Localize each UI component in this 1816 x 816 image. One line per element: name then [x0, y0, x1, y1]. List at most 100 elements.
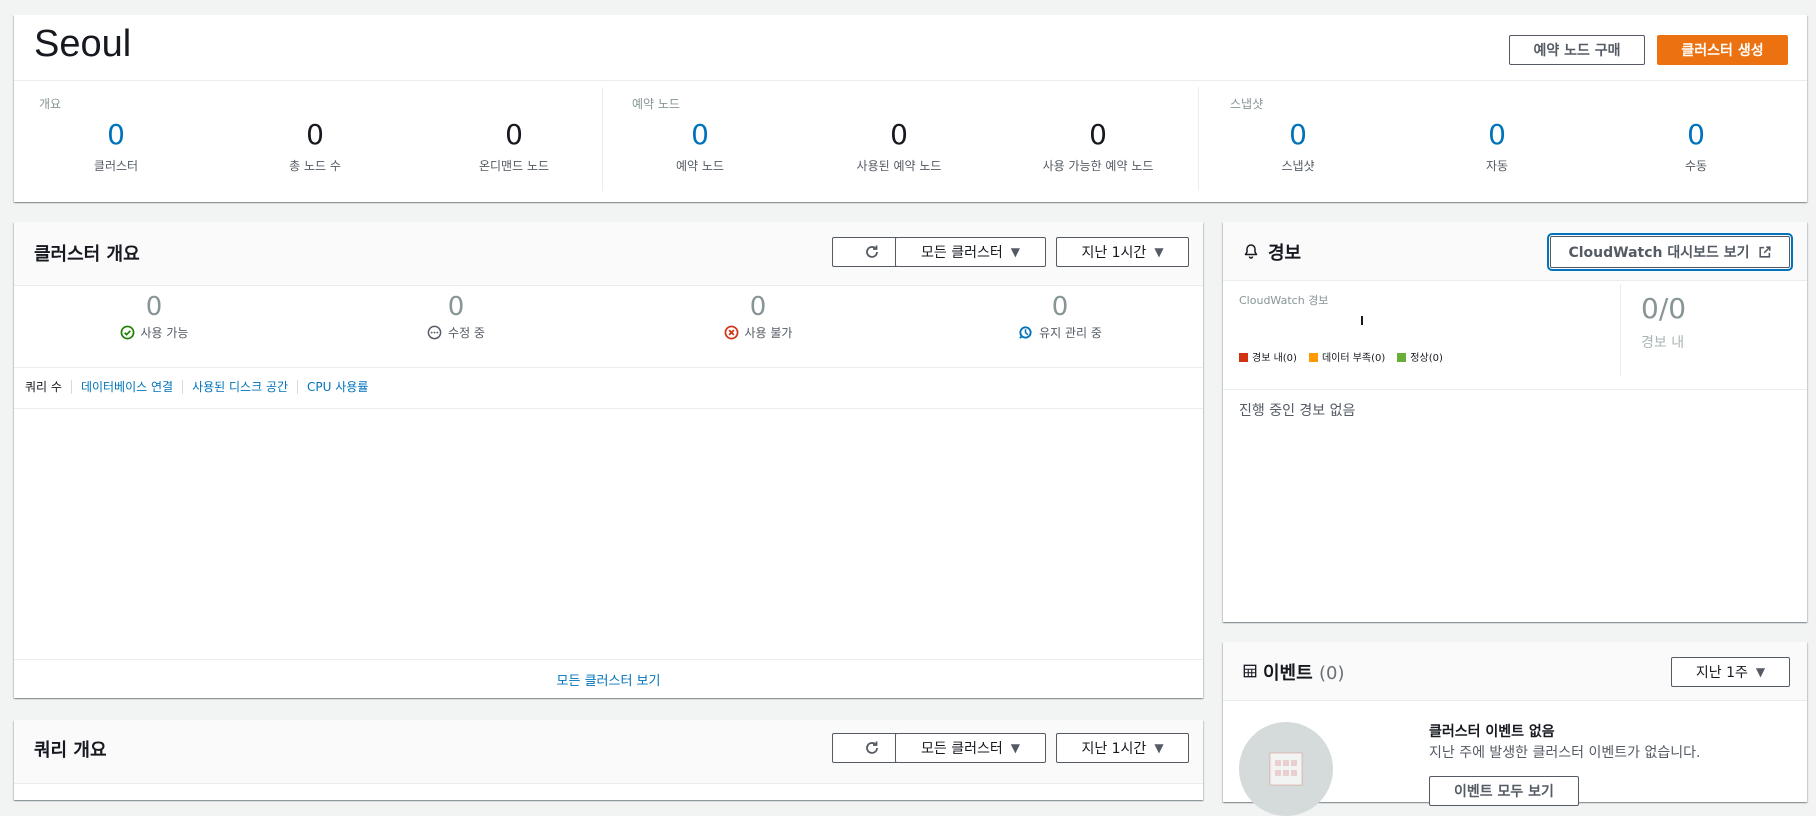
- metric-total-nodes: 0 총 노드 수: [215, 117, 415, 174]
- ellipsis-circle-icon: [427, 325, 442, 340]
- alarm-chart-label: CloudWatch 경보: [1239, 294, 1329, 307]
- status-maintenance: 0 유지 관리 중: [960, 292, 1160, 341]
- tab-query-count[interactable]: 쿼리 수: [25, 380, 72, 394]
- metric-label: 온디맨드 노드: [478, 159, 550, 173]
- panel-divider: [14, 783, 1203, 784]
- legend-swatch: [1397, 353, 1407, 362]
- legend-in-alarm: 경보 내(0): [1239, 349, 1297, 364]
- metric-value: 0: [505, 118, 523, 151]
- alarm-ratio: 0/0: [1641, 292, 1687, 325]
- metric-value[interactable]: 0: [600, 117, 800, 153]
- cluster-overview-title: 클러스터 개요: [34, 244, 140, 265]
- maintenance-icon: [1019, 326, 1032, 339]
- refresh-icon: [866, 741, 878, 754]
- alarm-ratio-label: 경보 내: [1641, 335, 1685, 351]
- button-label: CloudWatch 대시보드 보기: [1568, 245, 1750, 261]
- caret-down-icon: ▼: [1755, 665, 1766, 679]
- panel-divider: [14, 659, 1203, 660]
- metric-value: 0: [890, 118, 908, 151]
- status-modifying: 0 수정 중: [356, 292, 556, 341]
- calendar-icon: [1243, 664, 1257, 678]
- purchase-reserved-nodes-button[interactable]: 예약 노드 구매: [1509, 35, 1645, 65]
- metric-automated-snapshots: 0 자동: [1397, 117, 1597, 174]
- building-icon: [1269, 752, 1303, 786]
- view-cloudwatch-dashboard-button[interactable]: CloudWatch 대시보드 보기: [1547, 233, 1793, 271]
- legend-label: 경보 내(0): [1252, 353, 1297, 364]
- time-range-dropdown[interactable]: 지난 1시간 ▼: [1056, 237, 1189, 267]
- cluster-filter-dropdown[interactable]: 모든 클러스터 ▼: [895, 237, 1046, 267]
- tab-disk-space-used[interactable]: 사용된 디스크 공간: [183, 380, 299, 394]
- view-all-events-button[interactable]: 이벤트 모두 보기: [1429, 776, 1579, 806]
- metric-value: 0: [306, 118, 324, 151]
- metric-value[interactable]: 0: [16, 117, 216, 153]
- metric-label: 클러스터: [93, 159, 139, 173]
- status-label: 사용 가능: [140, 326, 189, 340]
- tab-cpu-utilization[interactable]: CPU 사용률: [298, 380, 377, 394]
- dropdown-value: 지난 1시간: [1081, 245, 1147, 261]
- query-overview-panel: 쿼리 개요 모든 클러스터 ▼ 지난 1시간 ▼: [14, 720, 1203, 800]
- metric-label: 수동: [1684, 159, 1708, 173]
- status-label: 사용 불가: [744, 326, 793, 340]
- alarm-legend: 경보 내(0) 데이터 부족(0) 정상(0): [1239, 349, 1443, 364]
- query-overview-title: 쿼리 개요: [34, 740, 107, 761]
- metric-label: 사용 가능한 예약 노드: [1042, 159, 1154, 173]
- metric-label: 총 노드 수: [289, 159, 341, 173]
- summary-divider: [14, 80, 1807, 81]
- metric-value[interactable]: 0: [1397, 117, 1597, 153]
- panel-divider: [14, 285, 1203, 286]
- alarm-separator: [1620, 284, 1621, 376]
- caret-down-icon: ▼: [1010, 245, 1020, 259]
- tab-db-connections[interactable]: 데이터베이스 연결: [72, 380, 184, 394]
- snapshots-group-label: 스냅샷: [1230, 97, 1264, 111]
- alarm-chart-marker: [1361, 316, 1363, 325]
- legend-insufficient-data: 데이터 부족(0): [1308, 349, 1385, 364]
- alarms-title: 경보: [1268, 243, 1302, 264]
- no-active-alarms: 진행 중인 경보 없음: [1239, 403, 1356, 419]
- metric-snapshots: 0 스냅샷: [1198, 117, 1398, 174]
- metric-value: 0: [1089, 118, 1107, 151]
- caret-down-icon: ▼: [1010, 741, 1020, 755]
- alarms-panel: 경보 CloudWatch 대시보드 보기 CloudWatch 경보 경보 내…: [1223, 222, 1807, 622]
- panel-divider: [14, 367, 1203, 368]
- events-count: (0): [1318, 663, 1345, 684]
- legend-swatch: [1308, 353, 1318, 362]
- legend-label: 정상(0): [1410, 353, 1443, 364]
- metric-used-reserved-nodes: 0 사용된 예약 노드: [799, 117, 999, 174]
- caret-down-icon: ▼: [1154, 741, 1164, 755]
- events-time-range-dropdown[interactable]: 지난 1주 ▼: [1671, 657, 1790, 687]
- status-label: 수정 중: [448, 326, 485, 340]
- external-link-icon: [1758, 246, 1771, 258]
- status-count: 0: [1051, 292, 1069, 322]
- status-count: 0: [145, 292, 163, 322]
- panel-divider: [1223, 700, 1807, 701]
- panel-divider: [1223, 280, 1807, 281]
- chart-area: [14, 409, 1203, 659]
- cluster-overview-panel: 클러스터 개요 모든 클러스터 ▼ 지난 1시간 ▼ 0 사용 가능 0 수정 …: [14, 222, 1203, 698]
- metric-available-reserved-nodes: 0 사용 가능한 예약 노드: [998, 117, 1198, 174]
- status-unavailable: 0 사용 불가: [658, 292, 858, 341]
- bell-icon: [1244, 244, 1258, 259]
- panel-divider: [1223, 389, 1807, 390]
- reserved-group-label: 예약 노드: [632, 97, 680, 111]
- cluster-filter-dropdown[interactable]: 모든 클러스터 ▼: [895, 733, 1046, 763]
- create-cluster-button[interactable]: 클러스터 생성: [1657, 35, 1788, 65]
- caret-down-icon: ▼: [1154, 245, 1164, 259]
- metric-tabs: 쿼리 수 데이터베이스 연결 사용된 디스크 공간 CPU 사용률: [25, 380, 377, 394]
- refresh-icon: [866, 245, 878, 258]
- metric-value[interactable]: 0: [1596, 117, 1796, 153]
- dropdown-value: 지난 1주: [1695, 665, 1748, 681]
- view-all-clusters-link[interactable]: 모든 클러스터 보기: [14, 670, 1203, 689]
- dropdown-value: 지난 1시간: [1081, 741, 1147, 757]
- metric-reserved-nodes: 0 예약 노드: [600, 117, 800, 174]
- status-count: 0: [447, 292, 465, 322]
- empty-events-illustration: [1239, 722, 1333, 816]
- no-events-title: 클러스터 이벤트 없음: [1429, 724, 1555, 740]
- metric-clusters: 0 클러스터: [16, 117, 216, 174]
- status-available: 0 사용 가능: [54, 292, 254, 341]
- x-circle-icon: [724, 325, 738, 340]
- metric-value[interactable]: 0: [1198, 117, 1398, 153]
- events-title: 이벤트 (0): [1263, 659, 1344, 685]
- status-count: 0: [749, 292, 767, 322]
- legend-ok: 정상(0): [1397, 349, 1443, 364]
- time-range-dropdown[interactable]: 지난 1시간 ▼: [1056, 733, 1189, 763]
